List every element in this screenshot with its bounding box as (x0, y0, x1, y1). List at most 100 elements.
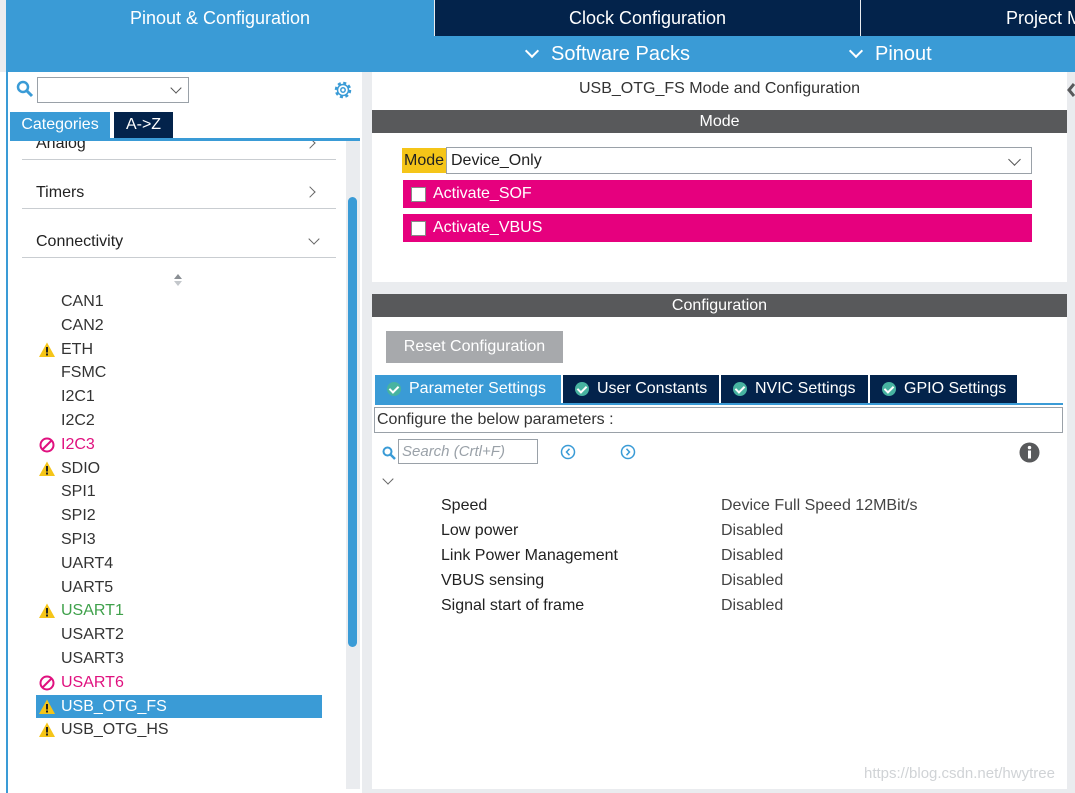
activate-sof-checkbox[interactable] (411, 186, 426, 202)
tab-project-manager-label: Project M (1006, 7, 1075, 28)
info-icon[interactable] (1019, 442, 1040, 463)
chevron-down-icon (1008, 153, 1021, 166)
configuration-header-label: Configuration (671, 296, 768, 314)
peripheral-item-spi3[interactable]: SPI3 (36, 528, 322, 551)
peripheral-item-can1[interactable]: CAN1 (36, 290, 322, 313)
warning-icon (39, 342, 55, 357)
warning-icon (39, 722, 55, 737)
warning-icon (39, 699, 55, 714)
check-circle-icon (575, 382, 589, 396)
mode-panel (372, 72, 1067, 282)
parameter-search-input[interactable]: Search (Crtl+F) (398, 439, 538, 464)
tab-nvic-settings[interactable]: NVIC Settings (721, 375, 868, 403)
peripheral-label: SPI1 (61, 482, 96, 500)
peripheral-item-usb_otg_hs[interactable]: USB_OTG_HS (36, 718, 322, 741)
parameter-value[interactable]: Disabled (721, 522, 783, 540)
parameter-name: Signal start of frame (441, 597, 585, 614)
peripheral-item-usart3[interactable]: USART3 (36, 647, 322, 670)
mode-header: Mode (372, 110, 1067, 133)
peripheral-item-usart6[interactable]: USART6 (36, 671, 322, 694)
tab-project-manager[interactable]: Project M (860, 0, 1075, 36)
collapse-panel-icon[interactable] (1066, 80, 1075, 110)
tab-pinout-configuration[interactable]: Pinout & Configuration (6, 0, 434, 36)
peripheral-item-spi1[interactable]: SPI1 (36, 480, 322, 503)
configuration-header: Configuration (372, 294, 1067, 317)
peripheral-item-uart5[interactable]: UART5 (36, 576, 322, 599)
configuration-panel (372, 294, 1067, 789)
tab-gpio-settings[interactable]: GPIO Settings (870, 375, 1017, 403)
peripheral-label: USART3 (61, 649, 124, 667)
peripheral-label: I2C1 (61, 387, 95, 405)
tab-underline (10, 138, 360, 141)
peripheral-item-i2c2[interactable]: I2C2 (36, 409, 322, 432)
tab-categories-label: Categories (21, 116, 99, 133)
tab-underline (375, 403, 1063, 405)
peripheral-label: UART5 (61, 578, 114, 596)
category-timers-label: Timers (36, 184, 85, 201)
peripheral-item-i2c1[interactable]: I2C1 (36, 385, 322, 408)
check-circle-icon (387, 382, 401, 396)
activate-vbus-row[interactable]: Activate_VBUS (403, 214, 1032, 242)
warning-icon (39, 603, 55, 618)
activate-vbus-checkbox[interactable] (411, 220, 426, 236)
peripheral-label: USART2 (61, 625, 124, 643)
peripheral-item-can2[interactable]: CAN2 (36, 314, 322, 337)
parameter-name: Link Power Management (441, 547, 618, 564)
peripheral-label: I2C3 (61, 435, 95, 453)
blocked-icon (39, 437, 55, 452)
peripheral-item-usart2[interactable]: USART2 (36, 623, 322, 646)
warning-icon (39, 461, 55, 476)
mode-select-value: Device_Only (451, 151, 542, 169)
peripheral-item-i2c3[interactable]: I2C3 (36, 433, 322, 456)
tab-user-constants[interactable]: User Constants (563, 375, 719, 403)
chevron-down-icon (848, 43, 864, 59)
category-timers[interactable]: Timers (22, 161, 336, 209)
gear-icon[interactable] (332, 79, 354, 101)
category-search-dropdown[interactable] (37, 77, 189, 103)
chevron-down-icon (524, 43, 540, 59)
tab-gpio-settings-label: GPIO Settings (904, 380, 1007, 397)
peripheral-item-usart1[interactable]: USART1 (36, 599, 322, 622)
tab-nvic-settings-label: NVIC Settings (755, 380, 856, 397)
tab-parameter-settings[interactable]: Parameter Settings (375, 375, 561, 403)
peripheral-item-spi2[interactable]: SPI2 (36, 504, 322, 527)
peripheral-item-usb_otg_fs[interactable]: USB_OTG_FS (36, 695, 322, 718)
check-circle-icon (882, 382, 896, 396)
parameter-value[interactable]: Disabled (721, 572, 783, 590)
parameter-value[interactable]: Disabled (721, 547, 783, 565)
tab-clock-configuration[interactable]: Clock Configuration (434, 0, 860, 36)
tab-pinout-configuration-label: Pinout & Configuration (129, 7, 311, 28)
previous-result-icon[interactable] (560, 444, 576, 460)
category-connectivity[interactable]: Connectivity (22, 210, 336, 258)
parameter-description: Configure the below parameters : (374, 407, 1063, 433)
peripheral-item-eth[interactable]: ETH (36, 338, 322, 361)
tab-categories[interactable]: Categories (10, 112, 110, 138)
software-packs-menu[interactable]: Software Packs (524, 36, 690, 72)
reset-configuration-button[interactable]: Reset Configuration (386, 331, 563, 363)
peripheral-label: CAN2 (61, 316, 104, 334)
parameter-value[interactable]: Device Full Speed 12MBit/s (721, 497, 918, 515)
tab-a-to-z[interactable]: A->Z (114, 112, 173, 138)
peripheral-label: FSMC (61, 363, 107, 381)
sort-icon[interactable] (173, 273, 183, 287)
left-panel-border (6, 72, 8, 793)
peripheral-label: USART1 (61, 601, 124, 619)
peripheral-label: CAN1 (61, 292, 104, 310)
next-result-icon[interactable] (620, 444, 636, 460)
peripheral-item-uart4[interactable]: UART4 (36, 552, 322, 575)
pinout-menu[interactable]: Pinout (848, 36, 932, 72)
parameter-value[interactable]: Disabled (721, 597, 783, 615)
sub-menu-edge (0, 36, 6, 72)
peripheral-item-fsmc[interactable]: FSMC (36, 361, 322, 384)
peripheral-label: I2C2 (61, 411, 95, 429)
mode-select[interactable]: Device_Only (446, 147, 1032, 174)
peripheral-item-sdio[interactable]: SDIO (36, 457, 322, 480)
peripheral-label: SDIO (61, 459, 101, 477)
mode-header-label: Mode (699, 112, 740, 130)
scrollbar-thumb[interactable] (348, 197, 357, 647)
mode-label: Mode (402, 148, 446, 173)
peripheral-label: UART4 (61, 554, 114, 572)
tab-clock-configuration-label: Clock Configuration (568, 7, 727, 28)
activate-sof-label: Activate_SOF (433, 185, 532, 202)
activate-sof-row[interactable]: Activate_SOF (403, 180, 1032, 208)
